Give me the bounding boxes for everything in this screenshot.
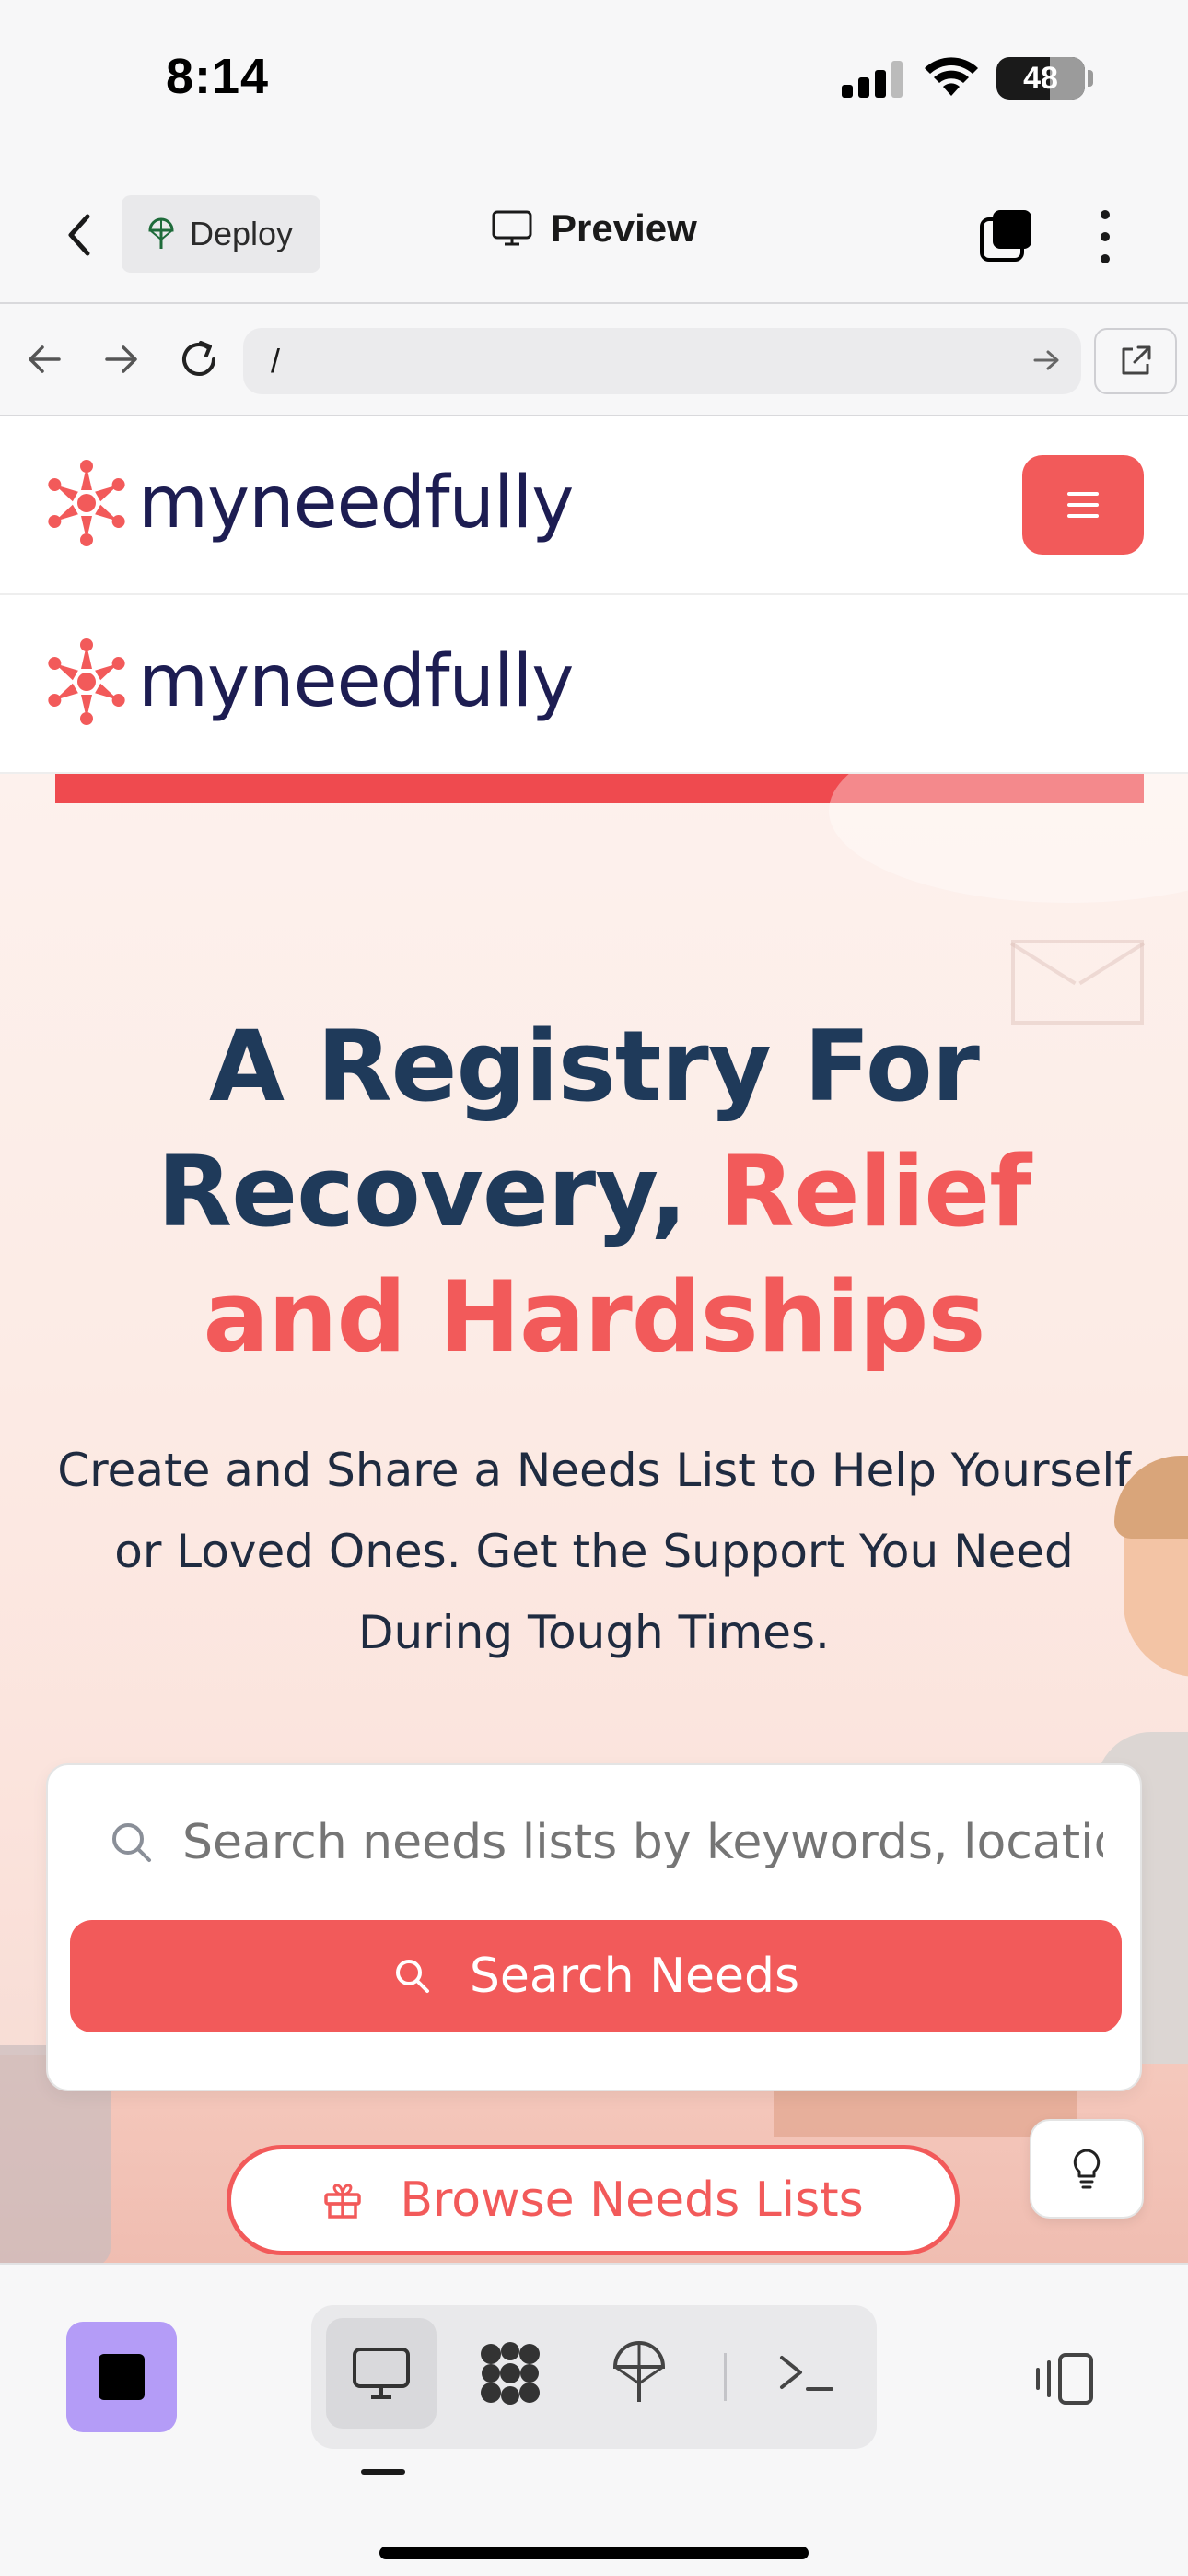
home-indicator (379, 2547, 809, 2559)
cluster-icon (481, 2342, 540, 2405)
chevron-left-icon (68, 214, 90, 256)
logo-mark-icon (48, 638, 125, 725)
external-link-icon (1122, 345, 1151, 375)
search-needs-button[interactable]: Search Needs (70, 1920, 1122, 2032)
open-external-button[interactable] (1094, 328, 1177, 394)
preview-tool-button[interactable] (326, 2318, 437, 2429)
search-card: Search Needs (46, 1763, 1142, 2091)
search-icon (395, 1960, 429, 1993)
wifi-icon (925, 57, 978, 96)
site-logo[interactable]: myneedfully (42, 459, 574, 547)
url-text: / (271, 342, 281, 380)
cellular-signal-icon (842, 59, 903, 98)
monitor-icon (353, 2348, 410, 2399)
url-field[interactable]: / (243, 328, 1081, 394)
search-needs-label: Search Needs (469, 1949, 800, 2004)
logo-mark-icon (48, 460, 125, 546)
site-navbar: myneedfully (0, 416, 1188, 595)
logo-text: myneedfully (138, 462, 574, 544)
monitor-icon (492, 210, 532, 246)
more-vertical-icon[interactable] (1087, 206, 1124, 267)
status-bar: 8:14 48 (0, 0, 1188, 166)
go-arrow-icon[interactable] (1031, 345, 1063, 376)
search-input[interactable] (182, 1815, 1103, 1870)
reload-icon[interactable] (171, 332, 227, 387)
stop-icon (99, 2354, 145, 2400)
terminal-icon (780, 2356, 833, 2391)
deploy-icon (148, 217, 174, 249)
search-icon (112, 1823, 151, 1862)
deploy-button[interactable]: Deploy (122, 195, 320, 273)
shell-tool-button[interactable] (751, 2318, 862, 2429)
deploy-label: Deploy (190, 215, 294, 252)
battery-level: 48 (1023, 61, 1058, 96)
tabs-button[interactable] (978, 206, 1035, 263)
browser-bar: / (0, 304, 1188, 416)
bottom-toolbar (0, 2263, 1188, 2576)
site-navbar-secondary: myneedfully (0, 595, 1188, 774)
back-button[interactable] (52, 203, 107, 267)
browse-needs-lists-button[interactable]: Browse Needs Lists (227, 2145, 960, 2255)
gift-icon (324, 2184, 362, 2219)
active-tab-indicator (361, 2469, 405, 2475)
status-time: 8:14 (166, 49, 270, 104)
lightbulb-icon (1073, 2149, 1101, 2189)
agents-tool-button[interactable] (455, 2318, 565, 2429)
logo-text: myneedfully (138, 640, 574, 723)
hamburger-menu-button[interactable] (1022, 455, 1144, 555)
stop-button[interactable] (66, 2322, 177, 2432)
tip-button[interactable] (1030, 2119, 1144, 2219)
deploy-icon (612, 2341, 666, 2402)
site-logo-secondary[interactable]: myneedfully (42, 638, 574, 726)
tool-group (311, 2305, 877, 2449)
panels-button[interactable] (1028, 2342, 1101, 2416)
hero-title: A Registry For Recovery, Relief and Hard… (55, 1004, 1133, 1380)
decorative-shape (829, 774, 1188, 903)
forward-arrow-icon[interactable] (94, 332, 149, 387)
tabs-icon (980, 210, 1031, 262)
battery-cap (1088, 70, 1093, 87)
back-arrow-icon[interactable] (17, 332, 72, 387)
app-header: Deploy Preview (0, 166, 1188, 304)
battery-indicator: 48 (996, 57, 1085, 100)
deploy-tool-button[interactable] (584, 2318, 694, 2429)
preview-label: Preview (551, 206, 697, 250)
panels-icon (1036, 2353, 1093, 2405)
hero-section: A Registry For Recovery, Relief and Hard… (0, 774, 1188, 2263)
hero-subtitle: Create and Share a Needs List to Help Yo… (57, 1444, 1131, 1659)
toolbar-divider (724, 2353, 727, 2401)
browse-needs-label: Browse Needs Lists (400, 2172, 864, 2228)
search-input-wrapper[interactable] (72, 1782, 1120, 1903)
preview-tab[interactable]: Preview (492, 206, 697, 251)
